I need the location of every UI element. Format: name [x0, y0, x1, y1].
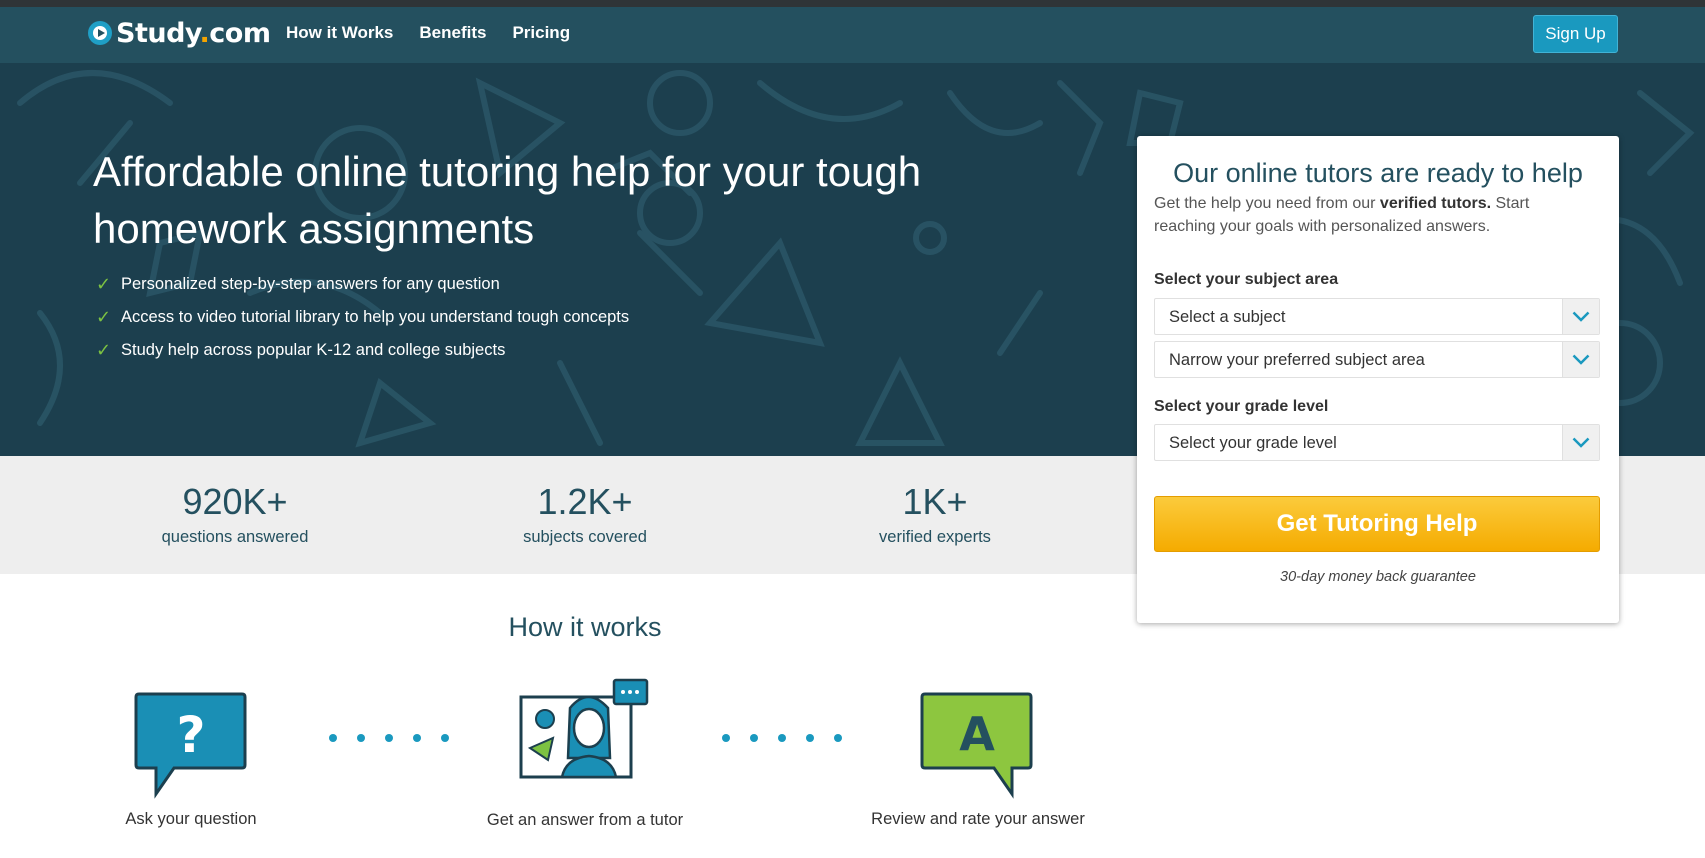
site-header: Study.com How it Works Benefits Pricing … [0, 7, 1705, 63]
money-back-guarantee: 30-day money back guarantee [1280, 569, 1476, 585]
chevron-down-icon[interactable] [1562, 299, 1599, 334]
tutoring-form-card: Our online tutors are ready to help Get … [1137, 136, 1619, 623]
stat-value: 1.2K+ [537, 481, 633, 522]
step-label-review: Review and rate your answer [871, 810, 1085, 828]
hero-benefits-list: ✓ Personalized step-by-step answers for a… [96, 268, 629, 367]
question-bubble-icon: ? [134, 692, 247, 799]
hero-title: Affordable online tutoring help for your… [93, 148, 922, 252]
list-item: ✓ Study help across popular K-12 and coll… [96, 334, 629, 367]
nav-how-it-works[interactable]: How it Works [286, 23, 393, 43]
answer-bubble-icon: A [920, 692, 1033, 799]
step-connector-dots [329, 734, 449, 742]
benefit-text: Access to video tutorial library to help… [121, 308, 630, 326]
benefit-text: Personalized step-by-step answers for an… [121, 275, 500, 293]
stat-subjects: 1.2K+ subjects covered [435, 480, 735, 547]
logo-text: Study.com [116, 17, 271, 49]
subject-area-label: Select your subject area [1154, 271, 1339, 288]
step-label-ask: Ask your question [125, 810, 257, 828]
browser-top-strip [0, 0, 1705, 7]
get-tutoring-help-button[interactable]: Get Tutoring Help [1154, 496, 1600, 552]
play-logo-icon [88, 21, 112, 45]
subject-select[interactable]: Select a subject [1154, 298, 1600, 335]
stat-label: subjects covered [523, 528, 647, 546]
narrow-subject-select[interactable]: Narrow your preferred subject area [1154, 341, 1600, 378]
sign-up-button[interactable]: Sign Up [1533, 15, 1618, 53]
nav-benefits[interactable]: Benefits [419, 23, 486, 43]
list-item: ✓ Personalized step-by-step answers for a… [96, 268, 629, 301]
grade-select-value: Select your grade level [1169, 434, 1337, 452]
form-subtitle: Get the help you need from our verified … [1154, 195, 1530, 235]
benefit-text: Study help across popular K-12 and colle… [121, 341, 506, 359]
subject-select-value: Select a subject [1169, 308, 1286, 326]
stat-experts: 1K+ verified experts [785, 480, 1085, 547]
narrow-subject-select-value: Narrow your preferred subject area [1169, 351, 1425, 369]
how-it-works-title: How it works [508, 612, 662, 642]
grade-select[interactable]: Select your grade level [1154, 424, 1600, 461]
step-connector-dots [722, 734, 842, 742]
tutor-video-icon [519, 678, 649, 779]
svg-text:A: A [959, 707, 995, 761]
main-nav: How it Works Benefits Pricing [286, 23, 570, 43]
study-logo[interactable]: Study.com [88, 16, 271, 50]
stat-value: 1K+ [902, 481, 968, 522]
svg-text:?: ? [176, 706, 205, 764]
check-icon: ✓ [96, 274, 112, 294]
stat-label: verified experts [879, 528, 991, 546]
list-item: ✓ Access to video tutorial library to hel… [96, 301, 629, 334]
nav-pricing[interactable]: Pricing [512, 23, 570, 43]
chevron-down-icon[interactable] [1562, 342, 1599, 377]
grade-level-label: Select your grade level [1154, 398, 1329, 415]
stat-value: 920K+ [182, 481, 288, 522]
stat-questions: 920K+ questions answered [85, 480, 385, 547]
form-title: Our online tutors are ready to help [1173, 158, 1583, 188]
chevron-down-icon[interactable] [1562, 425, 1599, 460]
step-label-answer: Get an answer from a tutor [486, 811, 684, 829]
check-icon: ✓ [96, 307, 112, 327]
check-icon: ✓ [96, 340, 112, 360]
stat-label: questions answered [161, 528, 309, 546]
